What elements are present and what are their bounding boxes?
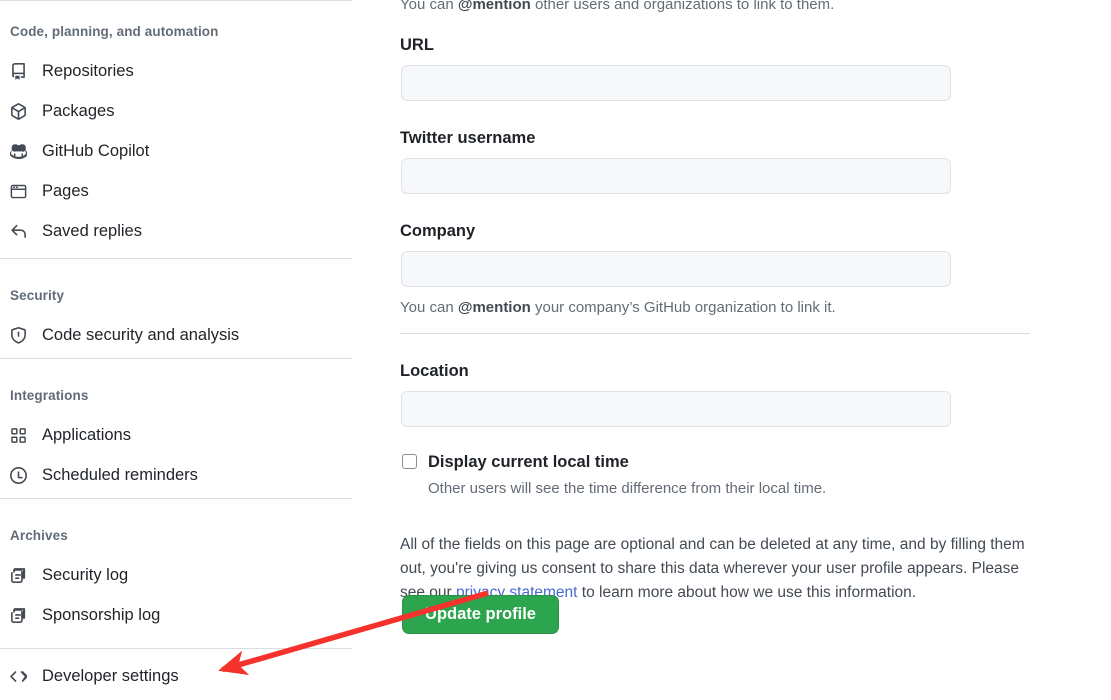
- shield-check-icon: [10, 326, 27, 344]
- consent-text-after: to learn more about how we use this info…: [577, 583, 917, 601]
- sidebar-item-label: Sponsorship log: [42, 606, 161, 624]
- company-label: Company: [400, 222, 476, 240]
- display-local-time-label[interactable]: Display current local time: [428, 452, 629, 472]
- sidebar-divider-3: [0, 498, 352, 499]
- display-local-time-description: Other users will see the time difference…: [428, 480, 827, 497]
- sidebar-divider-4: [0, 648, 352, 649]
- sidebar-item-label: Repositories: [42, 62, 134, 80]
- sidebar-item-scheduled-reminders[interactable]: Scheduled reminders: [0, 455, 352, 495]
- sidebar-item-label: Security log: [42, 566, 129, 584]
- clock-icon: [10, 466, 27, 484]
- sidebar-divider-2: [0, 358, 352, 359]
- log-icon: [10, 607, 27, 624]
- sidebar-item-pages[interactable]: Pages: [0, 171, 352, 211]
- display-local-time-checkbox[interactable]: [402, 454, 417, 469]
- repo-icon: [10, 62, 27, 80]
- bio-help-prefix: You can: [400, 0, 458, 13]
- sidebar-divider-1: [0, 258, 352, 259]
- code-brackets-icon: [10, 668, 27, 685]
- sidebar-group-title: Security: [10, 288, 65, 303]
- apps-grid-icon: [10, 427, 27, 444]
- reply-icon: [10, 223, 27, 240]
- company-help-suffix: your company’s GitHub organization to li…: [530, 299, 836, 316]
- settings-sidebar: Code, planning, and automation Repositor…: [0, 0, 352, 700]
- bio-help-text: You can @mention other users and organiz…: [400, 0, 834, 15]
- twitter-username-input[interactable]: [401, 158, 951, 194]
- sidebar-item-label: Packages: [42, 102, 115, 120]
- sidebar-item-sponsorship-log[interactable]: Sponsorship log: [0, 595, 352, 635]
- company-help-mention: @mention: [457, 299, 531, 316]
- sidebar-top-divider: [0, 0, 352, 1]
- sidebar-item-packages[interactable]: Packages: [0, 91, 352, 131]
- package-icon: [10, 102, 27, 120]
- sidebar-item-label: Pages: [42, 182, 89, 200]
- location-label: Location: [400, 362, 469, 380]
- sidebar-item-label: Applications: [42, 426, 131, 444]
- sidebar-item-code-security-and-analysis[interactable]: Code security and analysis: [0, 315, 352, 355]
- update-profile-button[interactable]: Update profile: [402, 595, 559, 634]
- sidebar-item-applications[interactable]: Applications: [0, 415, 352, 455]
- sidebar-group-integrations: Integrations Applications Scheduled remi…: [0, 388, 352, 495]
- section-divider: [400, 333, 1030, 334]
- bio-help-suffix: other users and organizations to link to…: [530, 0, 835, 13]
- company-help-text: You can @mention your company’s GitHub o…: [400, 297, 836, 318]
- company-help-prefix: You can: [400, 299, 458, 316]
- sidebar-group-archives: Archives Security log Sponsorship log: [0, 528, 352, 635]
- sidebar-item-label: Code security and analysis: [42, 326, 240, 344]
- sidebar-group-security: Security Code security and analysis: [0, 288, 352, 355]
- sidebar-item-security-log[interactable]: Security log: [0, 555, 352, 595]
- sidebar-group-title: Integrations: [10, 388, 89, 403]
- profile-settings-form: You can @mention other users and organiz…: [352, 0, 1111, 700]
- copilot-icon: [10, 143, 27, 160]
- log-icon: [10, 567, 27, 584]
- url-input[interactable]: [401, 65, 951, 101]
- url-label: URL: [400, 36, 434, 54]
- sidebar-item-repositories[interactable]: Repositories: [0, 51, 352, 91]
- consent-paragraph: All of the fields on this page are optio…: [400, 533, 1025, 605]
- company-input[interactable]: [401, 251, 951, 287]
- sidebar-group-code-planning-automation: Code, planning, and automation Repositor…: [0, 24, 352, 251]
- location-input[interactable]: [401, 391, 951, 427]
- sidebar-group-title: Archives: [10, 528, 68, 543]
- sidebar-item-label: Scheduled reminders: [42, 466, 198, 484]
- sidebar-item-label: Developer settings: [42, 667, 179, 685]
- twitter-username-label: Twitter username: [400, 129, 536, 147]
- browser-icon: [10, 183, 27, 200]
- settings-page: Code, planning, and automation Repositor…: [0, 0, 1111, 700]
- sidebar-group-title: Code, planning, and automation: [10, 24, 219, 39]
- sidebar-item-developer-settings[interactable]: Developer settings: [0, 656, 362, 696]
- sidebar-item-label: Saved replies: [42, 222, 142, 240]
- bio-help-mention: @mention: [457, 0, 531, 13]
- sidebar-item-github-copilot[interactable]: GitHub Copilot: [0, 131, 352, 171]
- sidebar-item-label: GitHub Copilot: [42, 142, 150, 160]
- sidebar-item-saved-replies[interactable]: Saved replies: [0, 211, 352, 251]
